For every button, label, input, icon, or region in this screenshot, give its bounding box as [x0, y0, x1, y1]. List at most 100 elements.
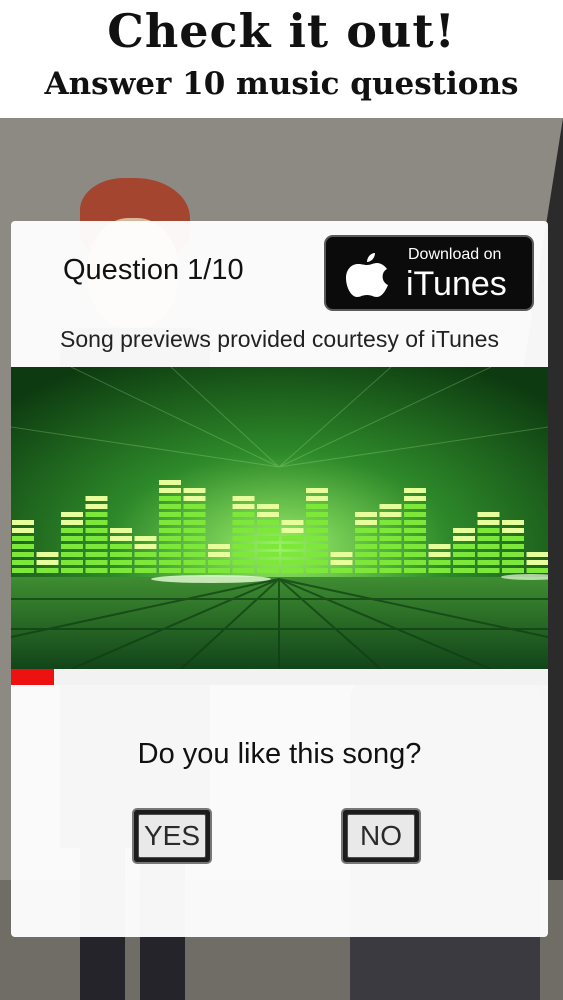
equalizer-segment — [428, 568, 451, 573]
itunes-download-badge[interactable]: Download on iTunes — [324, 235, 534, 311]
equalizer-segment — [183, 512, 206, 517]
equalizer-segment — [257, 520, 279, 525]
equalizer-segment — [355, 560, 377, 565]
badge-big-text: iTunes — [406, 265, 507, 303]
equalizer-segment — [159, 488, 181, 493]
equalizer-segment — [477, 536, 500, 541]
equalizer-segment — [257, 560, 279, 565]
equalizer-segment — [232, 552, 255, 557]
equalizer-segment — [257, 504, 279, 509]
equalizer-segment — [257, 568, 279, 573]
equalizer-segment — [232, 544, 255, 549]
equalizer-segment — [526, 552, 548, 557]
equalizer-segment — [379, 536, 402, 541]
equalizer-segment — [477, 552, 500, 557]
equalizer-segment — [526, 560, 548, 565]
equalizer-segment — [379, 568, 402, 573]
equalizer-segment — [379, 512, 402, 517]
equalizer-segment — [85, 536, 108, 541]
equalizer-segment — [306, 496, 328, 501]
equalizer-segment — [159, 504, 181, 509]
badge-small-text: Download on — [408, 246, 502, 263]
equalizer-segment — [404, 520, 426, 525]
equalizer-segment — [306, 488, 328, 493]
no-button[interactable]: NO — [341, 808, 421, 864]
apple-icon — [346, 253, 388, 297]
equalizer-segment — [208, 552, 230, 557]
equalizer-segment — [12, 552, 34, 557]
equalizer-segment — [453, 552, 475, 557]
equalizer-segment — [183, 568, 206, 573]
question-counter: Question 1/10 — [63, 254, 244, 286]
equalizer-segment — [61, 512, 83, 517]
equalizer-segment — [85, 496, 108, 501]
equalizer-segment — [61, 544, 83, 549]
equalizer-segment — [61, 552, 83, 557]
equalizer-segment — [379, 552, 402, 557]
equalizer-segment — [110, 536, 132, 541]
equalizer-segment — [502, 544, 524, 549]
equalizer-segment — [208, 560, 230, 565]
equalizer-segment — [85, 560, 108, 565]
equalizer-segment — [355, 544, 377, 549]
equalizer-segment — [232, 536, 255, 541]
promo-subtitle: Answer 10 music questions — [44, 66, 519, 102]
equalizer-segment — [404, 512, 426, 517]
equalizer-segment — [477, 560, 500, 565]
equalizer-segment — [12, 544, 34, 549]
equalizer-segment — [428, 544, 451, 549]
equalizer-segment — [232, 512, 255, 517]
equalizer-segment — [404, 552, 426, 557]
equalizer-segment — [281, 552, 304, 557]
equalizer-segment — [453, 528, 475, 533]
equalizer-segment — [330, 552, 353, 557]
equalizer-segment — [85, 520, 108, 525]
equalizer-segment — [232, 528, 255, 533]
equalizer-segment — [355, 552, 377, 557]
equalizer-segment — [134, 544, 157, 549]
equalizer-segment — [159, 544, 181, 549]
equalizer-segment — [257, 536, 279, 541]
courtesy-note: Song previews provided courtesy of iTune… — [60, 326, 499, 352]
equalizer-segment — [502, 568, 524, 573]
equalizer-segment — [85, 544, 108, 549]
equalizer-segment — [306, 504, 328, 509]
equalizer-segment — [183, 544, 206, 549]
equalizer-segment — [110, 568, 132, 573]
equalizer-segment — [306, 528, 328, 533]
equalizer-segment — [61, 568, 83, 573]
equalizer-segment — [281, 528, 304, 533]
equalizer-segment — [428, 560, 451, 565]
equalizer-segment — [404, 560, 426, 565]
song-progress-track — [11, 669, 548, 685]
equalizer-segment — [502, 520, 524, 525]
equalizer-segment — [232, 520, 255, 525]
equalizer-segment — [12, 560, 34, 565]
equalizer-segment — [110, 528, 132, 533]
equalizer-segment — [85, 504, 108, 509]
equalizer-segment — [404, 504, 426, 509]
equalizer-segment — [183, 496, 206, 501]
yes-button-label: YES — [138, 814, 206, 858]
equalizer-segment — [453, 544, 475, 549]
equalizer-segment — [502, 528, 524, 533]
equalizer-segment — [502, 552, 524, 557]
equalizer-segment — [36, 560, 59, 565]
equalizer-segment — [379, 504, 402, 509]
equalizer-segment — [379, 520, 402, 525]
equalizer-segment — [159, 568, 181, 573]
equalizer-segment — [257, 528, 279, 533]
equalizer-segment — [208, 568, 230, 573]
equalizer-segment — [85, 552, 108, 557]
yes-button[interactable]: YES — [132, 808, 212, 864]
equalizer-segment — [183, 560, 206, 565]
equalizer-segment — [379, 560, 402, 565]
equalizer-segment — [110, 544, 132, 549]
equalizer-segment — [477, 512, 500, 517]
quiz-card: Question 1/10 Download on iTunes Song pr… — [11, 221, 548, 937]
equalizer-segment — [281, 560, 304, 565]
equalizer-segment — [404, 536, 426, 541]
equalizer-segment — [281, 520, 304, 525]
equalizer-segment — [12, 536, 34, 541]
equalizer-segment — [306, 560, 328, 565]
